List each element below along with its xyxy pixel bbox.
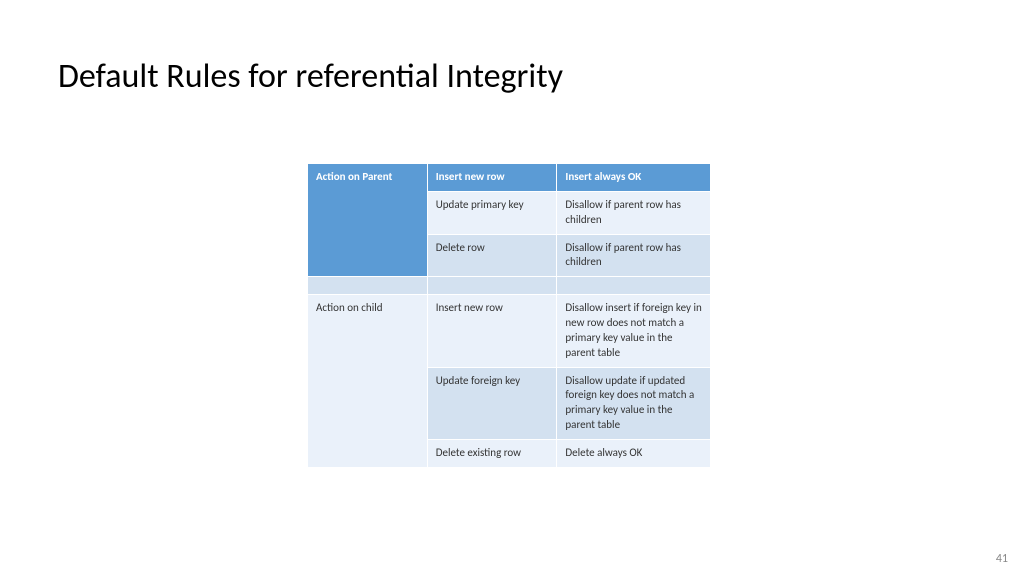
page-number: 41 xyxy=(996,552,1008,566)
table-cell: Update foreign key xyxy=(427,367,557,439)
column-header-action: Insert new row xyxy=(427,164,557,192)
column-header-rule: Insert always OK xyxy=(557,164,711,192)
rules-table: Action on Parent Insert new row Insert a… xyxy=(307,163,711,468)
table-cell: Delete existing row xyxy=(427,439,557,467)
parent-section-header: Action on Parent xyxy=(308,164,428,277)
table-cell: Insert new row xyxy=(427,295,557,367)
table-cell: Disallow update if updated foreign key d… xyxy=(557,367,711,439)
slide-title: Default Rules for referential Integrity xyxy=(58,56,563,97)
child-section-header: Action on child xyxy=(308,295,428,468)
table-cell: Update primary key xyxy=(427,191,557,234)
table-cell: Disallow insert if foreign key in new ro… xyxy=(557,295,711,367)
table-cell: Disallow if parent row has children xyxy=(557,234,711,277)
table-cell: Delete always OK xyxy=(557,439,711,467)
table-cell: Disallow if parent row has children xyxy=(557,191,711,234)
table-cell: Delete row xyxy=(427,234,557,277)
table-spacer-row xyxy=(308,277,711,295)
